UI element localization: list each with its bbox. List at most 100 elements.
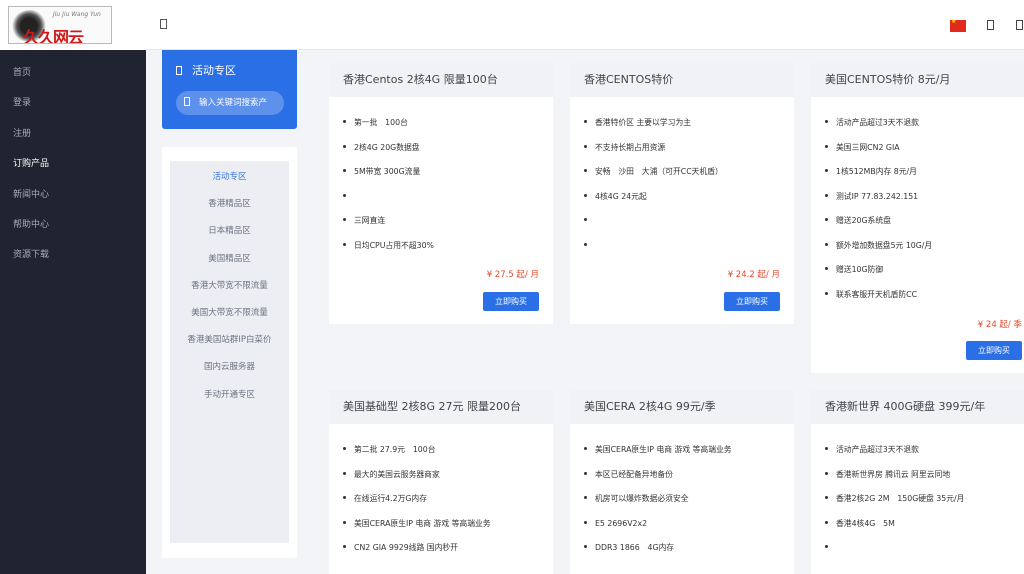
bullet-icon: [825, 242, 828, 246]
product-card: 香港CENTOS特价 香港特价区 主要以学习为主 不支持长期占用资源 安畅 沙田…: [570, 63, 794, 324]
feature-item: CN2 GIA 9929线路 国内秒开: [343, 536, 553, 561]
nav-item-order[interactable]: 订购产品: [0, 149, 146, 179]
feature-item: 美国CERA原生IP 电商 游戏 等高端业务: [343, 512, 553, 537]
logo-tagline: Jiu Jiu Wang Yun: [53, 11, 101, 18]
product-body: 美国CERA原生IP 电商 游戏 等高端业务 本区已经配备异地备份 机房可以爆炸…: [570, 424, 794, 561]
nav-item-home[interactable]: 首页: [0, 58, 146, 88]
buy-now-button[interactable]: 立即购买: [483, 292, 539, 311]
feature-item: 第二批 27.9元 100台: [343, 438, 553, 463]
bullet-icon: [343, 496, 346, 499]
category-panel: 活动专区 香港精品区 日本精品区 美国精品区 香港大带宽不限流量 美国大带宽不限…: [162, 147, 297, 558]
nav-item-downloads[interactable]: 资源下载: [0, 240, 146, 270]
site-logo[interactable]: Jiu Jiu Wang Yun 久久网云: [8, 6, 112, 44]
search-placeholder: 输入关键词搜索产: [199, 98, 268, 108]
bullet-icon: [825, 471, 828, 475]
promo-box: 活动专区 输入关键词搜索产: [162, 50, 297, 129]
promo-title-text: 活动专区: [192, 64, 236, 77]
feature-item: 美国CERA原生IP 电商 游戏 等高端业务: [584, 438, 794, 463]
product-title: 香港新世界 400G硬盘 399元/年: [811, 390, 1024, 424]
bullet-icon: [825, 218, 828, 221]
category-list: 活动专区 香港精品区 日本精品区 美国精品区 香港大带宽不限流量 美国大带宽不限…: [170, 161, 289, 409]
category-item[interactable]: 日本精品区: [170, 218, 289, 245]
category-item[interactable]: 美国精品区: [170, 246, 289, 273]
feature-item: 机房可以爆炸数据必须安全: [584, 487, 794, 512]
bullet-icon: [584, 496, 587, 499]
bookmark-icon: [176, 66, 182, 75]
category-item[interactable]: 香港大带宽不限流量: [170, 273, 289, 300]
product-body: 活动产品超过3天不退款 美国三网CN2 GIA 1核512MB内存 8元/月 测…: [811, 97, 1024, 307]
search-icon: [184, 97, 190, 106]
bullet-icon: [825, 169, 828, 172]
feature-item: 2核4G 20G数据盘: [343, 136, 553, 161]
bullet-icon: [343, 169, 346, 172]
product-body: 第一批 100台 2核4G 20G数据盘 5M带宽 300G流量 三网直连 日均…: [329, 97, 553, 258]
feature-item: 赠送10G防御: [825, 258, 1024, 283]
feature-list: 第二批 27.9元 100台 最大的美国云服务器商家 在线运行4.2万G内存 美…: [343, 438, 553, 561]
feature-item: 第一批 100台: [343, 111, 553, 136]
nav-item-login[interactable]: 登录: [0, 88, 146, 118]
bullet-icon: [825, 520, 828, 524]
category-item[interactable]: 活动专区: [170, 164, 289, 191]
feature-list: 活动产品超过3天不退款 香港新世界房 腾讯云 阿里云同地 香港2核2G 2M 1…: [825, 438, 1024, 561]
feature-item: 最大的美国云服务器商家: [343, 463, 553, 488]
feature-item: 安畅 沙田 大浦（可开CC天机盾）: [584, 160, 794, 185]
feature-item: 香港4核4G 5M: [825, 512, 1024, 537]
product-body: 第二批 27.9元 100台 最大的美国云服务器商家 在线运行4.2万G内存 美…: [329, 424, 553, 561]
buy-now-button[interactable]: 立即购买: [724, 292, 780, 311]
product-card: 美国CERA 2核4G 99元/季 美国CERA原生IP 电商 游戏 等高端业务…: [570, 390, 794, 574]
product-card: 香港Centos 2核4G 限量100台 第一批 100台 2核4G 20G数据…: [329, 63, 553, 324]
bullet-icon: [584, 520, 587, 524]
feature-list: 活动产品超过3天不退款 美国三网CN2 GIA 1核512MB内存 8元/月 测…: [825, 111, 1024, 307]
product-body: 活动产品超过3天不退款 香港新世界房 腾讯云 阿里云同地 香港2核2G 2M 1…: [811, 424, 1024, 561]
menu-toggle-icon[interactable]: [160, 19, 167, 29]
feature-item: 4核4G 24元起: [584, 185, 794, 210]
category-item[interactable]: 手动开通专区: [170, 382, 289, 409]
bullet-icon: [584, 169, 587, 172]
feature-item: 不支持长期占用资源: [584, 136, 794, 161]
main-nav: 首页 登录 注册 订购产品 新闻中心 帮助中心 资源下载: [0, 58, 146, 271]
nav-item-news[interactable]: 新闻中心: [0, 180, 146, 210]
feature-item: 联系客服开天机盾防CC: [825, 283, 1024, 308]
feature-item: 三网直连: [343, 209, 553, 234]
cart-icon[interactable]: [987, 20, 994, 30]
top-bar: [146, 0, 1024, 50]
product-card: 美国基础型 2核8G 27元 限量200台 第二批 27.9元 100台 最大的…: [329, 390, 553, 574]
user-icon[interactable]: [1016, 20, 1023, 30]
feature-item: DDR3 1866 4G内存: [584, 536, 794, 561]
feature-list: 美国CERA原生IP 电商 游戏 等高端业务 本区已经配备异地备份 机房可以爆炸…: [584, 438, 794, 561]
bullet-icon: [343, 120, 346, 123]
product-card: 美国CENTOS特价 8元/月 活动产品超过3天不退款 美国三网CN2 GIA …: [811, 63, 1024, 373]
china-flag-icon[interactable]: [950, 18, 966, 32]
feature-item: 本区已经配备异地备份: [584, 463, 794, 488]
category-item[interactable]: 香港美国站群IP白菜价: [170, 327, 289, 354]
bullet-icon: [825, 291, 828, 295]
buy-now-button[interactable]: 立即购买: [966, 341, 1022, 360]
feature-item: E5 2696V2x2: [584, 512, 794, 537]
feature-item: 额外增加数据盘5元 10G/月: [825, 234, 1024, 259]
feature-item: 香港特价区 主要以学习为主: [584, 111, 794, 136]
bullet-icon: [343, 520, 346, 524]
bullet-icon: [343, 447, 346, 450]
category-item[interactable]: 国内云服务器: [170, 354, 289, 381]
feature-item: 香港新世界房 腾讯云 阿里云同地: [825, 463, 1024, 488]
feature-item: 5M带宽 300G流量: [343, 160, 553, 185]
category-item[interactable]: 美国大带宽不限流量: [170, 300, 289, 327]
bullet-icon: [343, 545, 346, 548]
feature-item: [584, 209, 794, 234]
nav-item-register[interactable]: 注册: [0, 119, 146, 149]
bullet-icon: [825, 267, 828, 270]
bullet-icon: [343, 144, 346, 148]
product-price: ¥ 24.2 起/ 月: [727, 270, 780, 280]
nav-item-help[interactable]: 帮助中心: [0, 210, 146, 240]
feature-item: 1核512MB内存 8元/月: [825, 160, 1024, 185]
feature-item: 日均CPU占用不超30%: [343, 234, 553, 259]
feature-item: 赠送20G系统盘: [825, 209, 1024, 234]
product-search-input[interactable]: 输入关键词搜索产: [176, 91, 284, 115]
bullet-icon: [584, 144, 587, 148]
product-title: 美国CERA 2核4G 99元/季: [570, 390, 794, 424]
feature-item: [584, 234, 794, 259]
bullet-icon: [584, 471, 587, 475]
category-item[interactable]: 香港精品区: [170, 191, 289, 218]
feature-item: 活动产品超过3天不退款: [825, 438, 1024, 463]
feature-item: 测试IP 77.83.242.151: [825, 185, 1024, 210]
